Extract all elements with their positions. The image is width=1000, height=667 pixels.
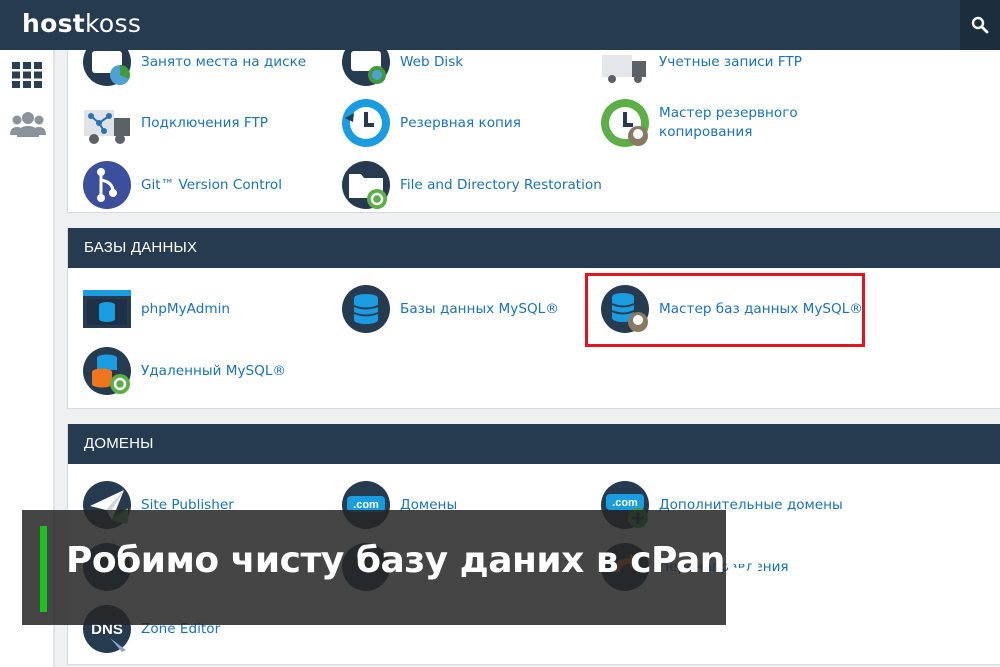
ftp-connections-icon	[84, 110, 130, 144]
remote-mysql-label: Удаленный MySQL®	[141, 362, 286, 379]
ftp-accounts-label: Учетные записи FTP	[659, 53, 802, 70]
search-icon	[971, 16, 989, 34]
grid-icon[interactable]	[12, 62, 42, 88]
backup-wizard-label: Мастер резервного копирования	[659, 105, 798, 140]
mysql-databases-icon	[342, 285, 390, 333]
disk-usage-link[interactable]: Занято места на диске	[82, 50, 306, 87]
git-version-control-link[interactable]: Git™ Version Control	[82, 160, 282, 210]
remote-mysql-link[interactable]: Удаленный MySQL®	[82, 346, 286, 396]
phpmyadmin-label: phpMyAdmin	[141, 300, 230, 317]
ftp-connections-link[interactable]: Подключения FTP	[82, 98, 268, 148]
file-restoration-label: File and Directory Restoration	[400, 176, 602, 193]
files-panel: Занято места на диске Web Disk Учетные з…	[67, 50, 1000, 213]
mysql-databases-label: Базы данных MySQL®	[400, 300, 559, 317]
backup-link[interactable]: Резервная копия	[341, 98, 521, 148]
backup-wizard-icon	[601, 99, 649, 147]
highlight-box	[585, 273, 865, 347]
overlay-banner: Робимо чисту базу даних в cPanel	[22, 510, 761, 625]
backup-wizard-link[interactable]: Мастер резервного копирования	[600, 89, 809, 157]
file-restoration-link[interactable]: File and Directory Restoration	[341, 160, 602, 210]
users-icon[interactable]	[10, 110, 46, 138]
web-disk-label: Web Disk	[400, 53, 464, 70]
file-restore-icon	[342, 161, 390, 209]
search-button[interactable]	[960, 0, 1000, 50]
phpmyadmin-icon	[83, 290, 131, 328]
web-disk-link[interactable]: Web Disk	[341, 50, 463, 87]
ftp-accounts-icon	[602, 55, 646, 83]
ftp-accounts-link[interactable]: Учетные записи FTP	[600, 50, 802, 87]
hostkoss-logo[interactable]: hostkoss	[22, 9, 141, 38]
mysql-databases-link[interactable]: Базы данных MySQL®	[341, 284, 559, 334]
backup-icon	[342, 99, 390, 147]
disk-usage-label: Занято места на диске	[141, 53, 307, 70]
phpmyadmin-link[interactable]: phpMyAdmin	[82, 284, 230, 334]
top-bar: hostkoss	[0, 0, 1000, 50]
git-label: Git™ Version Control	[141, 176, 283, 193]
ftp-connections-label: Подключения FTP	[141, 114, 268, 131]
remote-mysql-icon	[83, 347, 131, 395]
banner-title: Робимо чисту базу даних в cPanel	[66, 540, 761, 581]
disk-usage-icon	[83, 50, 131, 86]
domains-header: ДОМЕНЫ	[68, 424, 1000, 464]
backup-label: Резервная копия	[400, 114, 521, 131]
svg-text:.com: .com	[612, 497, 638, 509]
web-disk-icon	[342, 50, 390, 86]
git-icon	[83, 161, 131, 209]
databases-header: БАЗЫ ДАННЫХ	[68, 228, 1000, 268]
banner-accent-bar	[40, 526, 47, 612]
